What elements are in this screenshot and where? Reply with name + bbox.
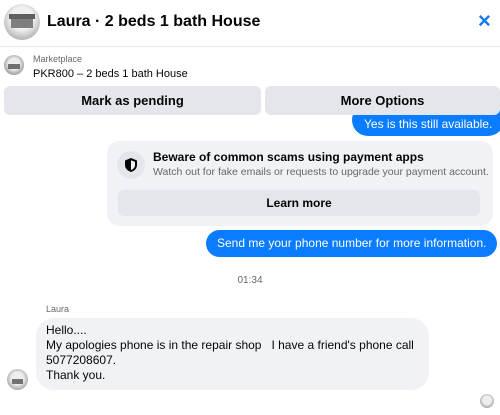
sender-name: Laura <box>46 304 70 314</box>
listing-source: Marketplace <box>33 54 83 64</box>
incoming-line: 5077208607. <box>46 353 117 367</box>
close-icon[interactable]: × <box>478 10 500 33</box>
incoming-message[interactable]: Hello.... My apologies phone is in the r… <box>36 318 429 390</box>
chat-title[interactable]: Laura · 2 beds 1 bath House <box>47 13 260 31</box>
seen-indicator-avatar <box>480 394 494 408</box>
more-options-button[interactable]: More Options <box>265 86 500 115</box>
shield-icon <box>117 151 145 179</box>
incoming-line: Hello.... <box>46 323 87 337</box>
incoming-line: My apologies phone is in the repair shop… <box>46 338 414 352</box>
learn-more-button[interactable]: Learn more <box>118 190 480 216</box>
scam-warning-description: Watch out for fake emails or requests to… <box>153 166 489 178</box>
scam-warning-title: Beware of common scams using payment app… <box>153 150 424 164</box>
listing-thumbnail <box>4 55 24 75</box>
listing-banner[interactable]: Marketplace PKR800 – 2 beds 1 bath House <box>0 47 500 85</box>
scam-warning-card: Beware of common scams using payment app… <box>107 141 493 226</box>
mark-as-pending-button[interactable]: Mark as pending <box>4 86 261 115</box>
message-timestamp: 01:34 <box>237 275 263 286</box>
contact-avatar[interactable] <box>4 4 40 40</box>
sender-avatar[interactable] <box>7 369 28 390</box>
chat-header: Laura · 2 beds 1 bath House × <box>0 0 500 46</box>
outgoing-message-phone[interactable]: Send me your phone number for more infor… <box>206 230 498 257</box>
incoming-line: Thank you. <box>46 368 106 382</box>
listing-title[interactable]: PKR800 – 2 beds 1 bath House <box>33 68 188 80</box>
